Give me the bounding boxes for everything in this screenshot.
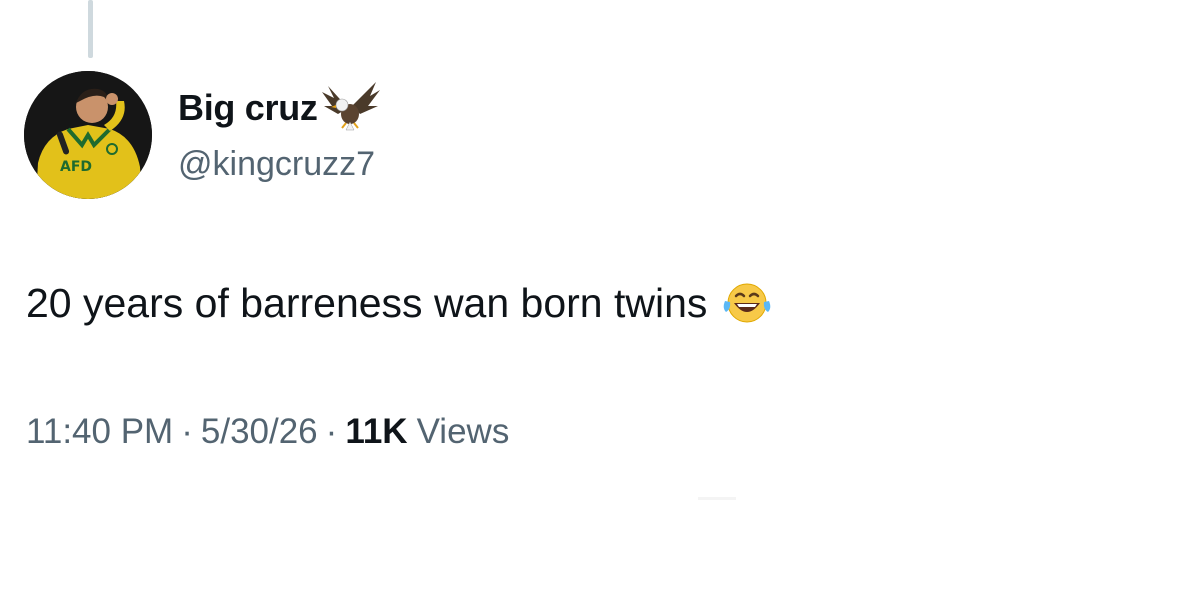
author-handle[interactable]: @kingcruzz7: [178, 145, 375, 184]
tweet-text-row: 20 years of barreness wan born twins: [26, 278, 773, 328]
tears-of-joy-icon: [724, 283, 771, 323]
eagle-icon: [321, 82, 380, 131]
tweet-meta: 11:40 PM · 5/30/26 · 11K Views: [26, 410, 509, 454]
divider: [698, 497, 736, 500]
views-count[interactable]: 11K: [345, 412, 407, 452]
avatar[interactable]: AFD: [24, 71, 152, 199]
display-name[interactable]: Big cruz: [178, 87, 318, 129]
avatar-photo: AFD: [24, 71, 152, 199]
svg-text:AFD: AFD: [60, 159, 92, 175]
tweet-time[interactable]: 11:40 PM: [26, 412, 173, 452]
tweet-text: 20 years of barreness wan born twins: [26, 279, 708, 326]
thread-connector-line: [88, 0, 93, 58]
views-label[interactable]: Views: [417, 412, 510, 452]
author-name-row[interactable]: Big cruz: [178, 82, 382, 132]
tweet-date[interactable]: 5/30/26: [201, 412, 318, 452]
meta-separator: ·: [325, 412, 338, 451]
meta-separator: ·: [181, 412, 193, 451]
